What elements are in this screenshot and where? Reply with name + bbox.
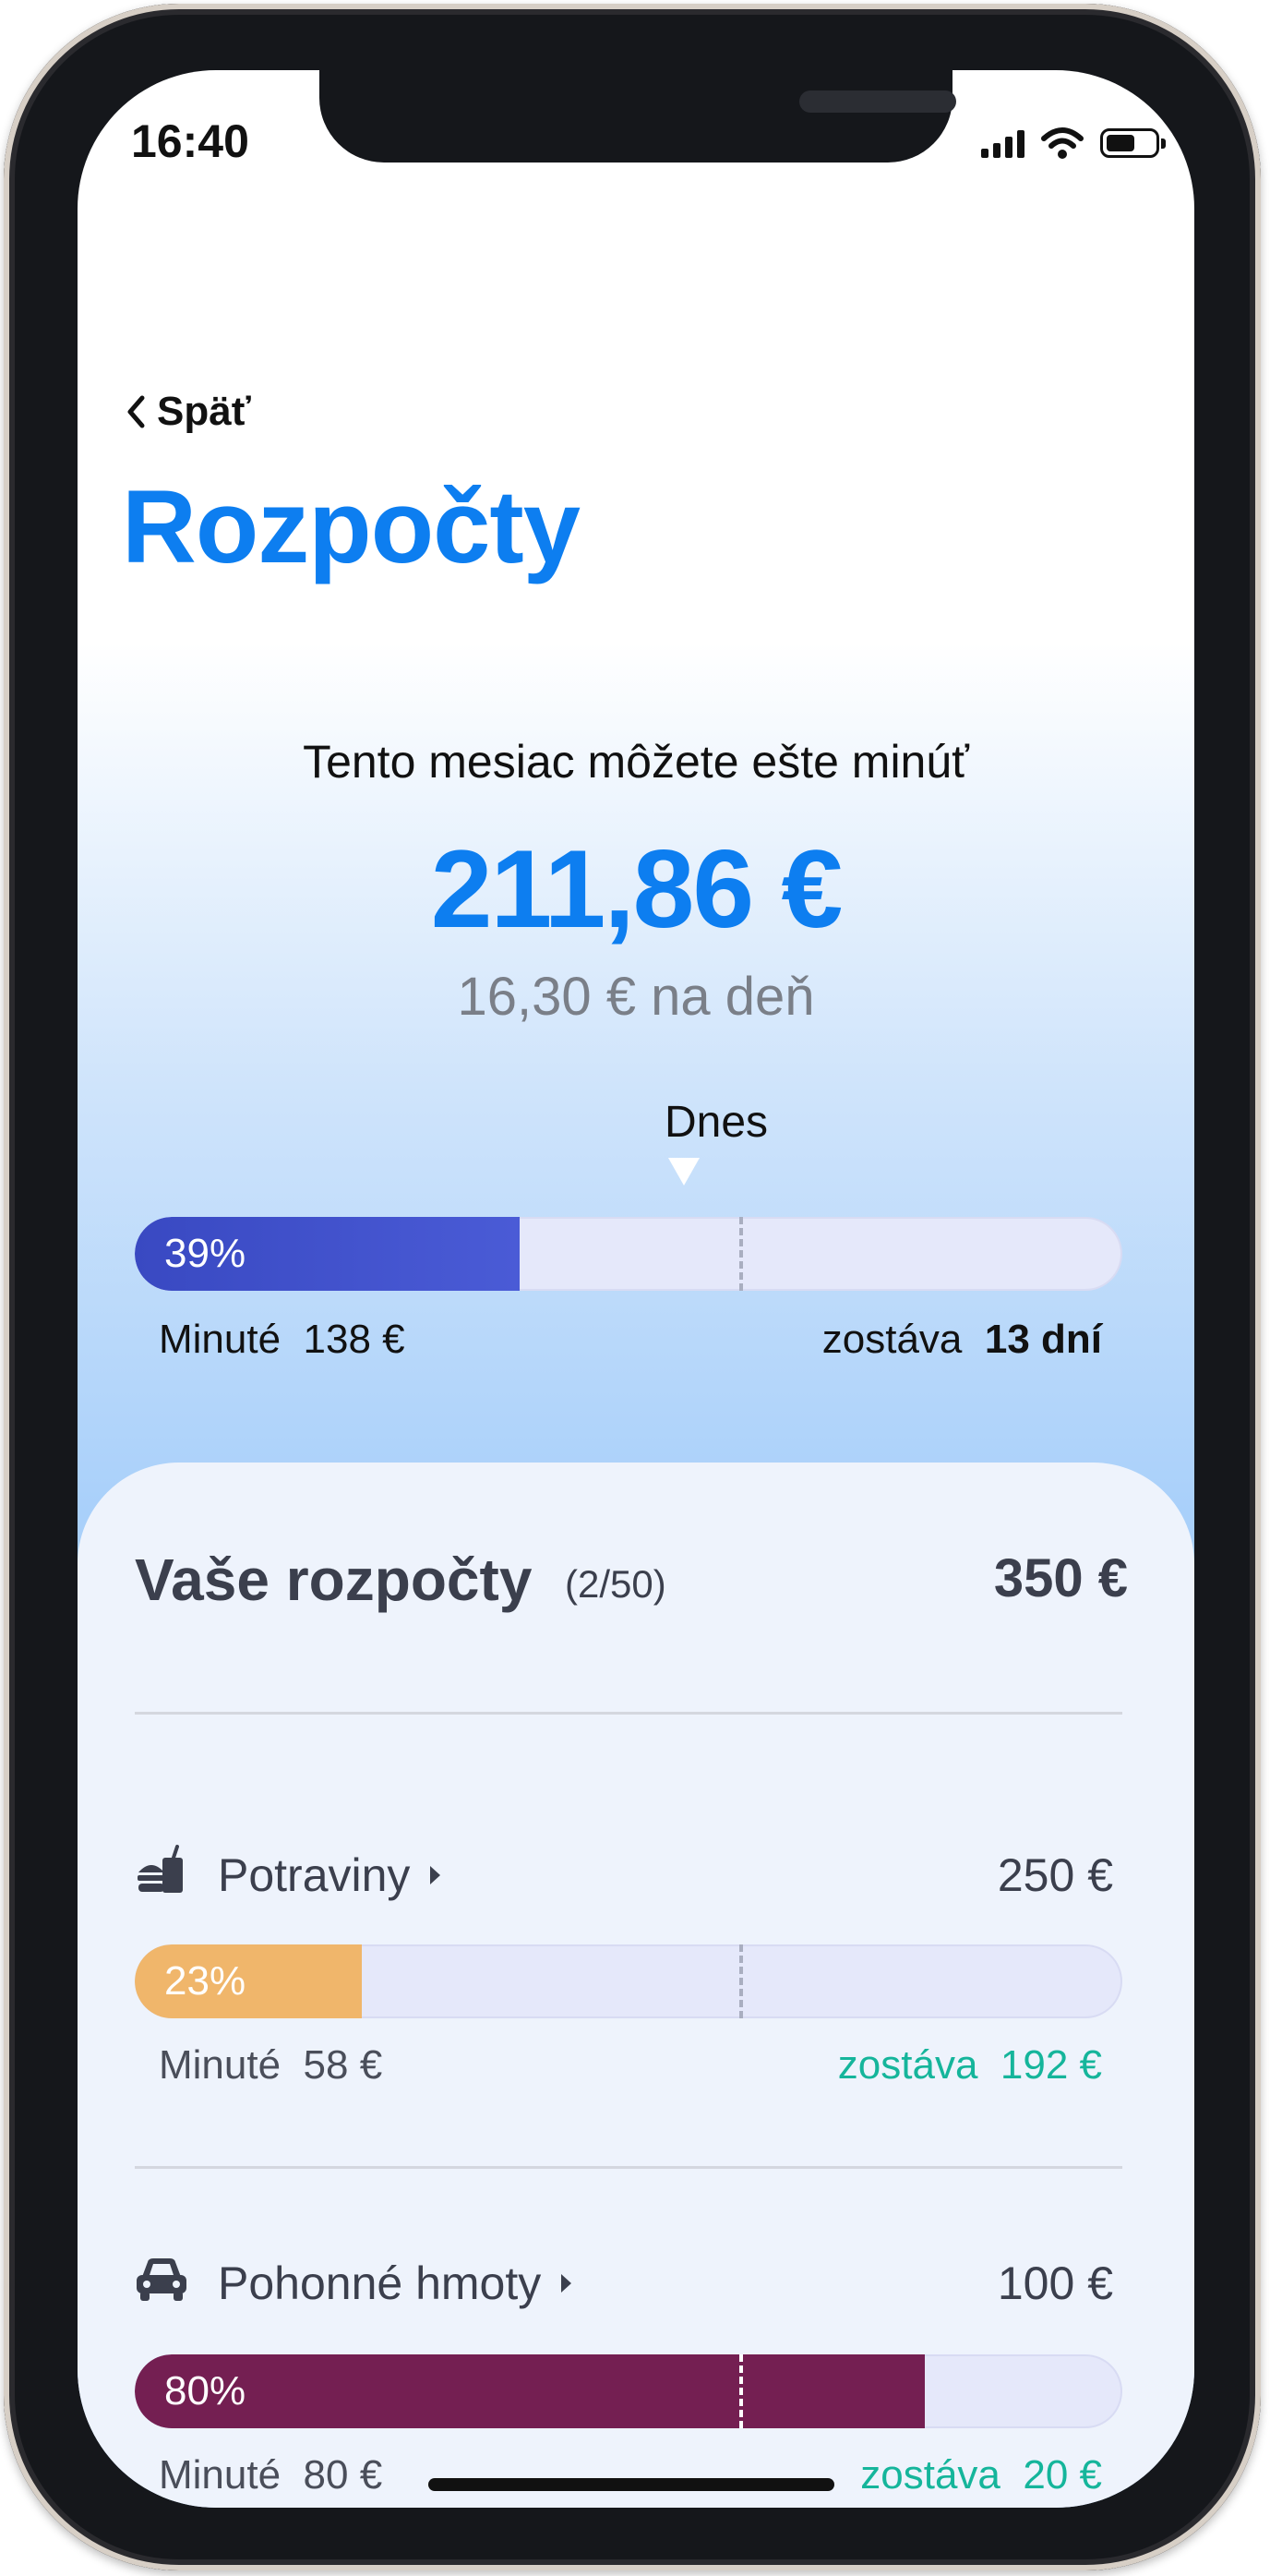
back-label: Späť: [157, 389, 251, 434]
monthly-progress-bar: 39%: [135, 1217, 1122, 1291]
budget-item-pohonne-hmoty[interactable]: Pohonné hmoty 100 €: [135, 2251, 1122, 2316]
today-dashed-marker: [739, 2354, 743, 2428]
monthly-remaining: zostáva 13 dní: [822, 1317, 1102, 1363]
cellular-signal-icon: [981, 128, 1024, 158]
budget-item-potraviny[interactable]: Potraviny 250 €: [135, 1843, 1122, 1908]
budget-progress-percent: 23%: [164, 1958, 246, 2004]
divider: [135, 1712, 1122, 1715]
disclosure-arrow-icon: [561, 2273, 572, 2293]
budget-remaining: zostáva 20 €: [860, 2452, 1102, 2498]
device-notch: [319, 70, 956, 163]
budget-spent: Minuté 80 €: [159, 2452, 383, 2498]
remaining-days: 13 dní: [984, 1317, 1102, 1362]
back-button[interactable]: Späť: [126, 389, 251, 435]
budget-item-amount: 250 €: [997, 1849, 1113, 1901]
app-screen: 16:40 Späť Rozpočty Tento mesiac môžete …: [78, 70, 1194, 2508]
budgets-title: Vaše rozpočty: [135, 1547, 533, 1613]
budget-progress-bar: 23%: [135, 1944, 1122, 2018]
remaining-amount: 211,86 €: [430, 827, 844, 951]
status-icons: [981, 127, 1166, 159]
home-indicator[interactable]: [428, 2478, 834, 2491]
budget-item-amount: 100 €: [997, 2257, 1113, 2309]
wifi-icon: [1041, 127, 1084, 159]
car-icon: [137, 2258, 186, 2301]
spent-value: 138 €: [303, 1317, 405, 1362]
budget-progress-percent: 80%: [164, 2368, 246, 2413]
remaining-label: zostáva: [821, 1317, 963, 1362]
daily-allowance: 16,30 € na deň: [457, 967, 815, 1027]
monthly-progress-percent: 39%: [164, 1231, 246, 1276]
budget-item-name: Pohonné hmoty: [218, 2257, 572, 2310]
budgets-total: 350 €: [993, 1548, 1128, 1608]
page-title: Rozpočty: [122, 469, 581, 584]
budgets-card: Vaše rozpočty (2/50) 350 € Potraviny 250…: [78, 1463, 1194, 2508]
status-time: 16:40: [131, 115, 249, 167]
today-label: Dnes: [665, 1098, 769, 1147]
budget-remaining: zostáva 192 €: [837, 2042, 1102, 2088]
budget-progress-bar: 80%: [135, 2354, 1122, 2428]
battery-icon: [1100, 128, 1166, 158]
today-dashed-marker: [739, 1944, 743, 2018]
food-drink-icon: [138, 1845, 183, 1893]
budget-item-name: Potraviny: [218, 1848, 441, 1902]
budgets-count: (2/50): [565, 1562, 666, 1606]
budget-progress-fill: [135, 2354, 925, 2428]
spent-label: Minuté: [159, 1317, 282, 1362]
speaker-grille: [799, 90, 956, 113]
budget-spent: Minuté 58 €: [159, 2042, 383, 2088]
summary-subtitle: Tento mesiac môžete ešte minúť: [303, 736, 969, 788]
divider: [135, 2166, 1122, 2169]
today-dashed-marker: [739, 1217, 743, 1291]
disclosure-arrow-icon: [430, 1865, 441, 1884]
today-marker-icon: [668, 1158, 700, 1186]
monthly-spent: Minuté 138 €: [159, 1317, 405, 1363]
chevron-left-icon: [127, 395, 145, 428]
